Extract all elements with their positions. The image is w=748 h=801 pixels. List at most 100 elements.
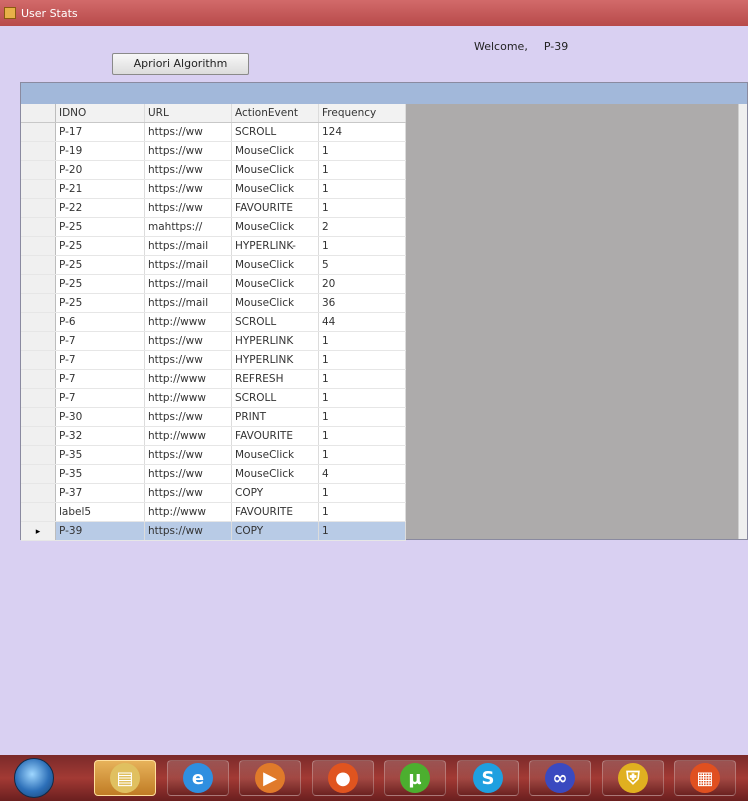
cell-url[interactable]: https://ww [144, 407, 232, 427]
table-row[interactable]: ▸ P-39 https://ww COPY 1 [21, 521, 406, 541]
row-header-cell[interactable] [21, 502, 56, 522]
cell-idno[interactable]: P-25 [55, 217, 145, 237]
cell-idno[interactable]: P-7 [55, 369, 145, 389]
cell-frequency[interactable]: 5 [318, 255, 406, 275]
cell-idno[interactable]: P-35 [55, 445, 145, 465]
cell-idno[interactable]: P-20 [55, 160, 145, 180]
start-button[interactable] [14, 758, 54, 798]
column-header-actionevent[interactable]: ActionEvent [231, 104, 319, 123]
table-row[interactable]: P-25 https://mail HYPERLINK- 1 [21, 236, 406, 256]
row-header-cell[interactable] [21, 141, 56, 161]
cell-url[interactable]: https://ww [144, 350, 232, 370]
cell-frequency[interactable]: 1 [318, 369, 406, 389]
cell-actionevent[interactable]: MouseClick [231, 179, 319, 199]
cell-url[interactable]: mahttps:// [144, 217, 232, 237]
cell-actionevent[interactable]: HYPERLINK [231, 331, 319, 351]
cell-frequency[interactable]: 20 [318, 274, 406, 294]
cell-idno[interactable]: P-35 [55, 464, 145, 484]
row-header-cell[interactable] [21, 293, 56, 313]
taskbar-button-infinity-app[interactable]: ∞ [529, 760, 591, 796]
cell-url[interactable]: http://www [144, 369, 232, 389]
cell-frequency[interactable]: 1 [318, 141, 406, 161]
cell-url[interactable]: https://mail [144, 293, 232, 313]
row-header-cell[interactable] [21, 312, 56, 332]
table-row[interactable]: P-21 https://ww MouseClick 1 [21, 179, 406, 199]
table-row[interactable]: P-6 http://www SCROLL 44 [21, 312, 406, 332]
row-header-cell[interactable] [21, 426, 56, 446]
cell-frequency[interactable]: 1 [318, 198, 406, 218]
table-row[interactable]: P-7 https://ww HYPERLINK 1 [21, 350, 406, 370]
cell-url[interactable]: https://ww [144, 331, 232, 351]
cell-actionevent[interactable]: HYPERLINK- [231, 236, 319, 256]
table-row[interactable]: P-7 http://www SCROLL 1 [21, 388, 406, 408]
cell-url[interactable]: http://www [144, 502, 232, 522]
cell-idno[interactable]: P-17 [55, 122, 145, 142]
table-row[interactable]: P-37 https://ww COPY 1 [21, 483, 406, 503]
vertical-scrollbar[interactable] [738, 104, 747, 539]
cell-actionevent[interactable]: MouseClick [231, 160, 319, 180]
apriori-algorithm-button[interactable]: Apriori Algorithm [112, 53, 249, 75]
cell-idno[interactable]: P-25 [55, 236, 145, 256]
cell-frequency[interactable]: 1 [318, 521, 406, 541]
taskbar-button-firefox[interactable]: ● [312, 760, 374, 796]
user-stats-grid[interactable]: IDNO URL ActionEvent Frequency P-17 https… [20, 82, 748, 541]
table-row[interactable]: P-22 https://ww FAVOURITE 1 [21, 198, 406, 218]
taskbar-button-security-shield[interactable]: ⛨ [602, 760, 664, 796]
cell-idno[interactable]: P-7 [55, 331, 145, 351]
cell-frequency[interactable]: 36 [318, 293, 406, 313]
cell-frequency[interactable]: 1 [318, 502, 406, 522]
row-header-cell[interactable] [21, 331, 56, 351]
cell-frequency[interactable]: 2 [318, 217, 406, 237]
cell-actionevent[interactable]: SCROLL [231, 312, 319, 332]
cell-url[interactable]: https://mail [144, 236, 232, 256]
cell-actionevent[interactable]: COPY [231, 521, 319, 541]
cell-idno[interactable]: P-6 [55, 312, 145, 332]
cell-url[interactable]: http://www [144, 312, 232, 332]
row-header-cell[interactable] [21, 445, 56, 465]
row-header-cell[interactable] [21, 464, 56, 484]
cell-frequency[interactable]: 1 [318, 388, 406, 408]
cell-idno[interactable]: P-25 [55, 274, 145, 294]
row-header-cell[interactable] [21, 407, 56, 427]
row-header-cell[interactable] [21, 388, 56, 408]
cell-frequency[interactable]: 1 [318, 160, 406, 180]
taskbar-button-internet-explorer[interactable]: e [167, 760, 229, 796]
cell-url[interactable]: https://ww [144, 483, 232, 503]
cell-url[interactable]: https://ww [144, 521, 232, 541]
cell-idno[interactable]: P-21 [55, 179, 145, 199]
cell-idno[interactable]: P-39 [55, 521, 145, 541]
table-row[interactable]: P-19 https://ww MouseClick 1 [21, 141, 406, 161]
cell-url[interactable]: https://ww [144, 122, 232, 142]
cell-actionevent[interactable]: PRINT [231, 407, 319, 427]
cell-idno[interactable]: P-30 [55, 407, 145, 427]
table-row[interactable]: P-7 https://ww HYPERLINK 1 [21, 331, 406, 351]
row-header-cell[interactable] [21, 274, 56, 294]
row-header-cell[interactable] [21, 160, 56, 180]
taskbar-button-media-player[interactable]: ▶ [239, 760, 301, 796]
cell-actionevent[interactable]: FAVOURITE [231, 426, 319, 446]
cell-url[interactable]: https://ww [144, 179, 232, 199]
column-header-frequency[interactable]: Frequency [318, 104, 406, 123]
cell-url[interactable]: http://www [144, 426, 232, 446]
table-row[interactable]: P-25 mahttps://MouseClick 2 [21, 217, 406, 237]
cell-idno[interactable]: P-37 [55, 483, 145, 503]
cell-actionevent[interactable]: REFRESH [231, 369, 319, 389]
cell-actionevent[interactable]: MouseClick [231, 293, 319, 313]
cell-actionevent[interactable]: MouseClick [231, 464, 319, 484]
cell-url[interactable]: https://ww [144, 141, 232, 161]
cell-idno[interactable]: P-32 [55, 426, 145, 446]
table-row[interactable]: label5 http://www FAVOURITE 1 [21, 502, 406, 522]
table-row[interactable]: P-25 https://mail MouseClick 36 [21, 293, 406, 313]
cell-frequency[interactable]: 1 [318, 445, 406, 465]
cell-actionevent[interactable]: SCROLL [231, 388, 319, 408]
cell-url[interactable]: https://mail [144, 255, 232, 275]
cell-actionevent[interactable]: FAVOURITE [231, 502, 319, 522]
cell-actionevent[interactable]: MouseClick [231, 445, 319, 465]
cell-url[interactable]: https://ww [144, 464, 232, 484]
table-row[interactable]: P-17 https://ww SCROLL 124 [21, 122, 406, 142]
row-header-cell[interactable] [21, 179, 56, 199]
cell-idno[interactable]: P-22 [55, 198, 145, 218]
row-header-cell[interactable] [21, 255, 56, 275]
cell-actionevent[interactable]: FAVOURITE [231, 198, 319, 218]
row-header-cell[interactable] [21, 483, 56, 503]
